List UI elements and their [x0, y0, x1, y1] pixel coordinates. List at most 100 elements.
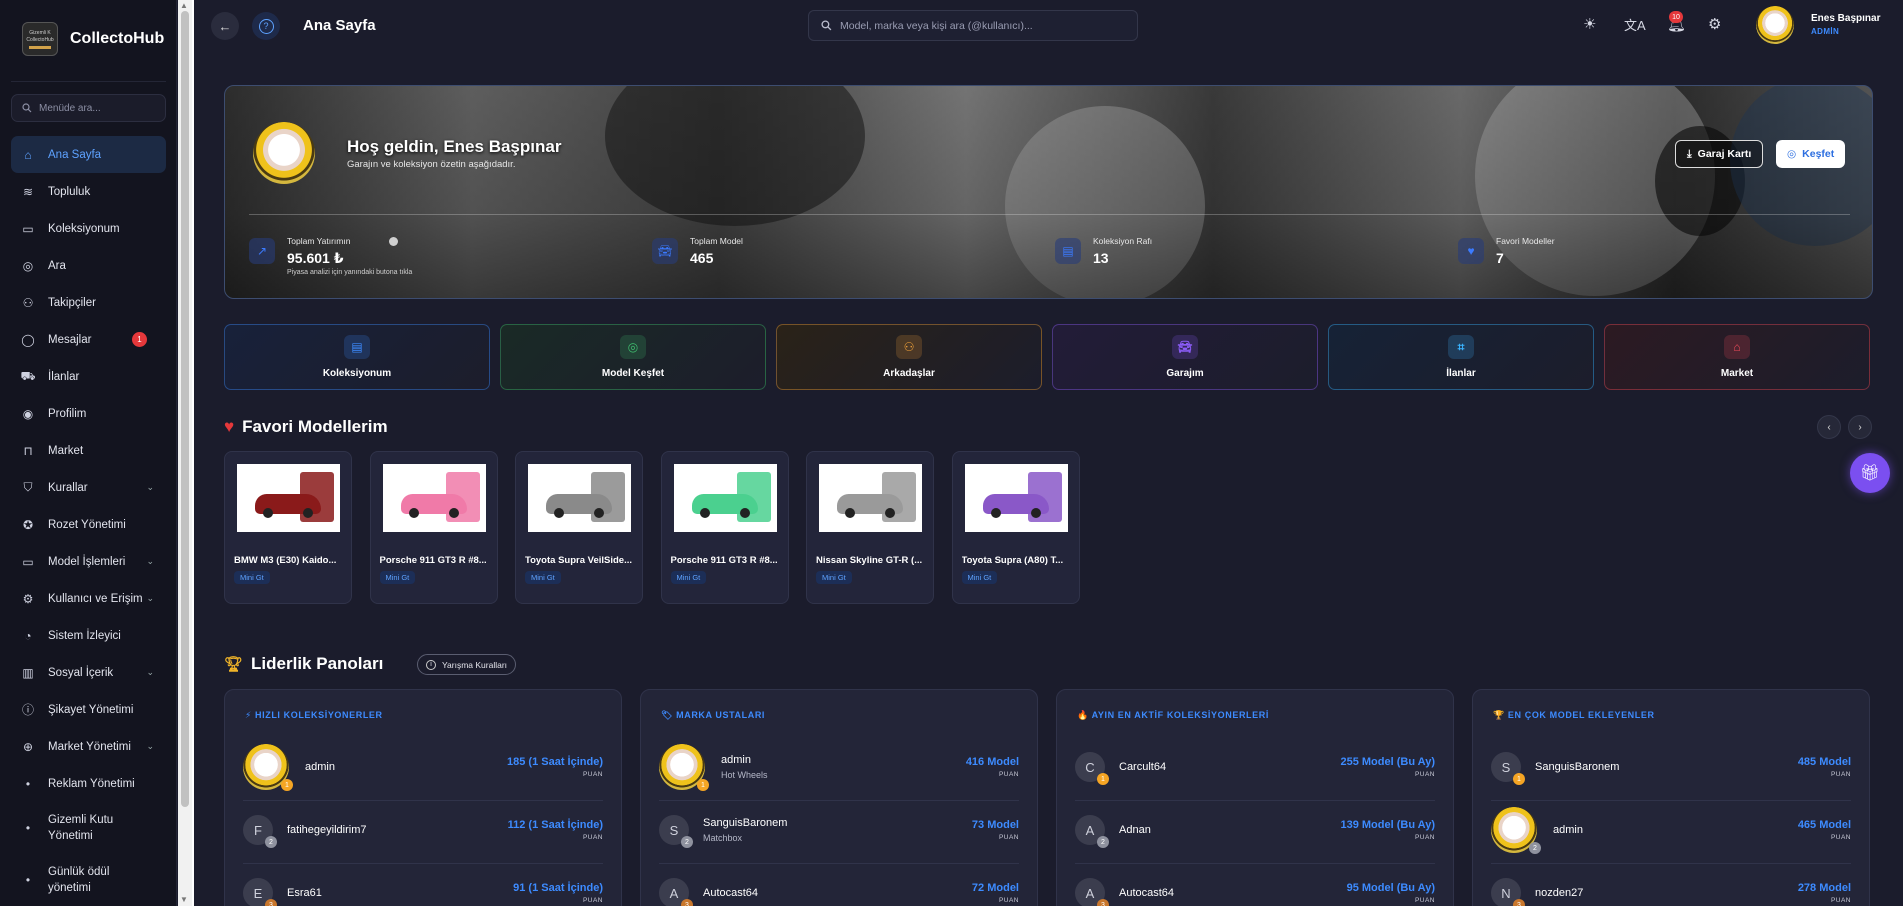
- user-circle-icon: ◉: [22, 406, 34, 421]
- sidebar-item[interactable]: • Reklam Yönetimi: [11, 765, 166, 802]
- sidebar-item[interactable]: • Gizemli Kutu Yönetimi: [11, 802, 166, 854]
- user-name[interactable]: SanguisBaronem: [703, 817, 787, 829]
- competition-rules-button[interactable]: i Yarışma Kuralları: [417, 654, 517, 675]
- user-name[interactable]: Enes Başpınar: [1811, 13, 1880, 24]
- quick-link-card[interactable]: ⌂ Market: [1604, 324, 1870, 390]
- leaderboard-row[interactable]: A 2 Adnan 139 Model (Bu Ay) PUAN: [1075, 803, 1435, 864]
- global-search-input[interactable]: Model, marka veya kişi ara (@kullanıcı).…: [808, 10, 1138, 41]
- app-logo[interactable]: Gizemli K CollectoHub CollectoHub: [22, 22, 164, 56]
- divider: [659, 863, 1019, 864]
- sidebar-item[interactable]: • Günlük ödül yönetimi: [11, 854, 166, 906]
- back-button[interactable]: ←: [211, 12, 239, 40]
- chevron-down-icon: ⌄: [146, 667, 154, 677]
- user-name[interactable]: Autocast64: [1119, 887, 1174, 899]
- sidebar-item[interactable]: ⛟ İlanlar: [11, 358, 166, 395]
- user-name[interactable]: Autocast64: [703, 887, 758, 899]
- trophy-icon: 🏆︎: [224, 656, 244, 673]
- divider: [243, 863, 603, 864]
- notification-badge: 10: [1669, 11, 1683, 23]
- translate-icon[interactable]: 文A: [1624, 15, 1646, 34]
- user-name[interactable]: Carcult64: [1119, 761, 1166, 773]
- sidebar-item-label: Model İşlemleri: [48, 555, 126, 568]
- sidebar-item[interactable]: ⊓ Market: [11, 432, 166, 469]
- score-value: 73 Model: [971, 819, 1019, 831]
- help-button[interactable]: ?: [252, 12, 280, 40]
- scroll-up-arrow-icon[interactable]: ▲: [180, 1, 188, 10]
- favorite-model-card[interactable]: Porsche 911 GT3 R #8... Mini Gt: [660, 451, 789, 604]
- leaderboard-row[interactable]: C 1 Carcult64 255 Model (Bu Ay) PUAN: [1075, 740, 1435, 801]
- user-name[interactable]: admin: [305, 761, 335, 773]
- profile-avatar[interactable]: [253, 122, 315, 184]
- quick-link-card[interactable]: ◎ Model Keşfet: [500, 324, 766, 390]
- quick-link-card[interactable]: ⌗ İlanlar: [1328, 324, 1594, 390]
- leaderboard-row[interactable]: 1 admin 185 (1 Saat İçinde) PUAN: [243, 740, 603, 801]
- board-icon: ⚡: [245, 710, 252, 720]
- sidebar-item[interactable]: ▭ Model İşlemleri ⌄: [11, 543, 166, 580]
- model-image: [528, 464, 631, 532]
- sidebar-item[interactable]: ▥ Sosyal İçerik ⌄: [11, 654, 166, 691]
- quick-link-label: İlanlar: [1446, 368, 1476, 379]
- scroll-down-arrow-icon[interactable]: ▼: [180, 895, 188, 904]
- sidebar-item[interactable]: ⊕ Market Yönetimi ⌄: [11, 728, 166, 765]
- quick-link-card[interactable]: ⚇ Arkadaşlar: [776, 324, 1042, 390]
- leaderboard-row[interactable]: N 3 nozden27 278 Model PUAN: [1491, 866, 1851, 906]
- leaderboard-row[interactable]: A 3 Autocast64 72 Model PUAN: [659, 866, 1019, 906]
- menu-search-input[interactable]: Menüde ara...: [11, 94, 166, 122]
- score-value: 95 Model (Bu Ay): [1346, 882, 1435, 894]
- sidebar-item[interactable]: ◉ Profilim: [11, 395, 166, 432]
- user-name[interactable]: nozden27: [1535, 887, 1583, 899]
- scrollbar-thumb[interactable]: [181, 11, 189, 807]
- sidebar-item[interactable]: ⌂ Ana Sayfa: [11, 136, 166, 173]
- leaderboard-row[interactable]: S 2 SanguisBaronem Matchbox 73 Model PUA…: [659, 803, 1019, 864]
- brand-name: Matchbox: [703, 833, 743, 843]
- sidebar-item[interactable]: ⛉ Kurallar ⌄: [11, 469, 166, 506]
- favorite-model-card[interactable]: BMW M3 (E30) Kaido... Mini Gt: [224, 451, 352, 604]
- user-name[interactable]: SanguisBaronem: [1535, 761, 1619, 773]
- favorites-prev-button[interactable]: ‹: [1817, 415, 1841, 439]
- gear-icon[interactable]: ⚙: [1708, 15, 1721, 33]
- leaderboard-row[interactable]: E 3 Esra61 91 (1 Saat İçinde) PUAN: [243, 866, 603, 906]
- favorite-model-card[interactable]: Toyota Supra VeilSide... Mini Gt: [515, 451, 643, 604]
- favorite-model-card[interactable]: Nissan Skyline GT-R (... Mini Gt: [806, 451, 934, 604]
- favorite-model-card[interactable]: Toyota Supra (A80) T... Mini Gt: [951, 451, 1080, 604]
- favorite-model-card[interactable]: Porsche 911 GT3 R #8... Mini Gt: [369, 451, 498, 604]
- user-name[interactable]: Esra61: [287, 887, 322, 899]
- favorites-title-text: Favori Modellerim: [242, 417, 388, 436]
- user-avatar[interactable]: [1756, 6, 1794, 44]
- gift-box-button[interactable]: 🎁︎: [1850, 453, 1890, 493]
- cart-icon: ⛟: [20, 368, 36, 383]
- welcome-banner: Hoş geldin, Enes Başpınar Garajın ve kol…: [224, 85, 1873, 299]
- sidebar-item[interactable]: ◯ Mesajlar 1: [11, 321, 166, 358]
- favorites-next-button[interactable]: ›: [1848, 415, 1872, 439]
- sun-icon[interactable]: ☀: [1583, 15, 1596, 33]
- user-name[interactable]: admin: [1553, 824, 1583, 836]
- leaderboard-row[interactable]: F 2 fatihegeyildirim7 112 (1 Saat İçinde…: [243, 803, 603, 864]
- sidebar-item[interactable]: ⚙ Kullanıcı ve Erişim ⌄: [11, 580, 166, 617]
- briefcase-icon: ▭: [22, 554, 34, 569]
- quick-link-card[interactable]: 🚘︎ Garajım: [1052, 324, 1318, 390]
- leaderboard-row[interactable]: A 3 Autocast64 95 Model (Bu Ay) PUAN: [1075, 866, 1435, 906]
- user-name[interactable]: admin: [721, 754, 751, 766]
- sidebar-item[interactable]: ◎ Ara: [11, 247, 166, 284]
- rank-badge: 2: [1097, 836, 1109, 848]
- search-icon: [22, 103, 32, 113]
- garage-card-button[interactable]: ⤓ Garaj Kartı: [1675, 140, 1764, 168]
- sidebar-item[interactable]: ⓘ Şikayet Yönetimi: [11, 691, 166, 728]
- leaderboard-row[interactable]: S 1 SanguisBaronem 485 Model PUAN: [1491, 740, 1851, 801]
- user-name[interactable]: Adnan: [1119, 824, 1151, 836]
- user-name[interactable]: fatihegeyildirim7: [287, 824, 366, 836]
- sidebar-item[interactable]: ✪ Rozet Yönetimi: [11, 506, 166, 543]
- trend-icon: ↗: [249, 238, 275, 264]
- info-dot-icon[interactable]: [389, 237, 398, 246]
- sidebar-item[interactable]: ≋ Topluluk: [11, 173, 166, 210]
- users-icon: ⚇: [896, 335, 922, 359]
- explore-button[interactable]: ◎ Keşfet: [1776, 140, 1846, 168]
- leaderboard-row[interactable]: 1 admin Hot Wheels 416 Model PUAN: [659, 740, 1019, 801]
- sidebar-item[interactable]: ▭ Koleksiyonum: [11, 210, 166, 247]
- quick-link-card[interactable]: ▤ Koleksiyonum: [224, 324, 490, 390]
- model-image: [964, 464, 1068, 532]
- leaderboard-title: 🔥 AYIN EN AKTİF KOLEKSİYONERLERİ: [1077, 710, 1269, 721]
- leaderboard-row[interactable]: 2 admin 465 Model PUAN: [1491, 803, 1851, 864]
- sidebar-item[interactable]: ◔ Sistem İzleyici: [11, 617, 166, 654]
- sidebar-item[interactable]: ⚇ Takipçiler: [11, 284, 166, 321]
